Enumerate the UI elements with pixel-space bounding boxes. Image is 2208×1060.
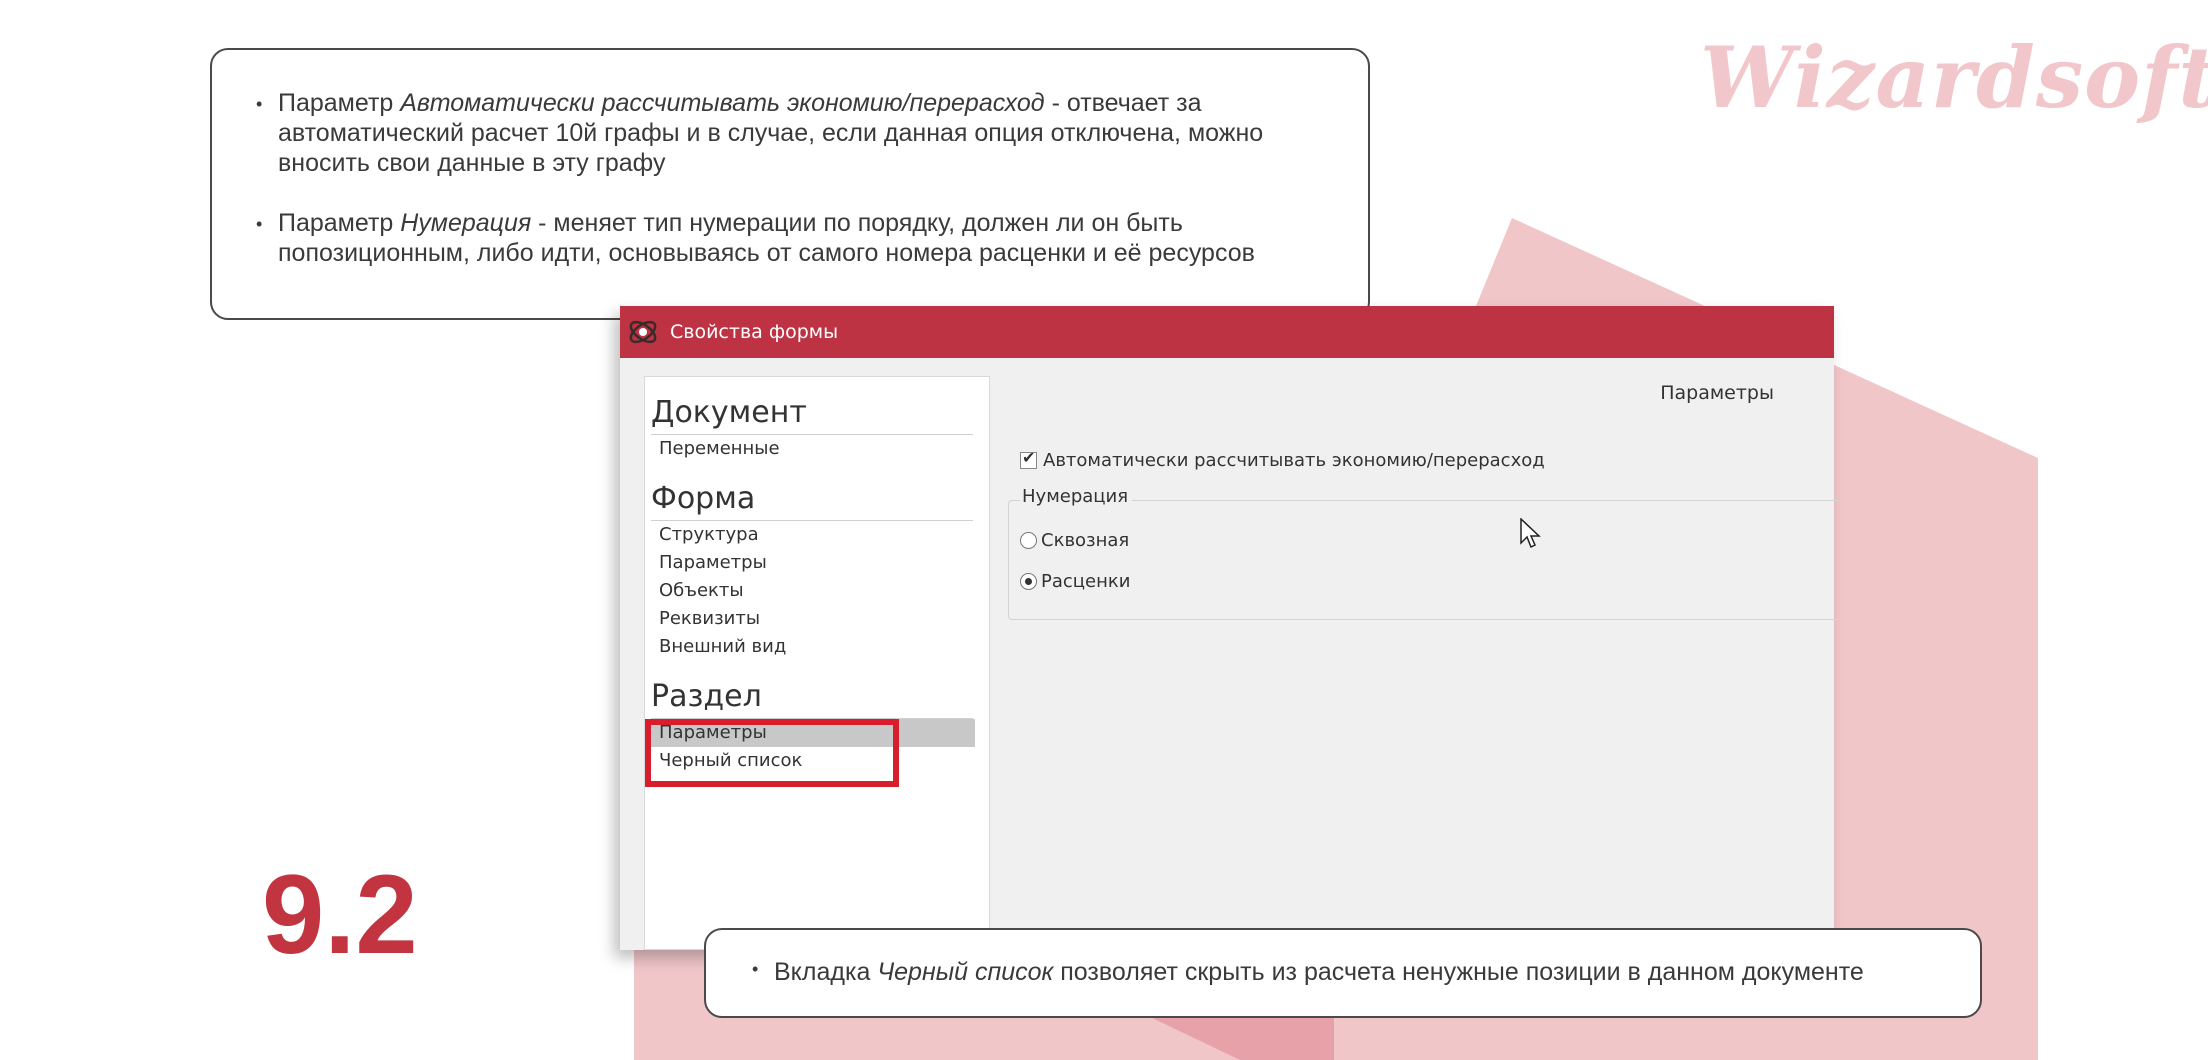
content-title: Параметры	[1660, 382, 1774, 404]
checkmark-icon: ✔	[1022, 448, 1036, 467]
numbering-group-label: Нумерация	[1020, 486, 1133, 507]
red-highlight-frame	[645, 719, 899, 787]
auto-calc-label: Автоматически рассчитывать экономию/пере…	[1043, 450, 1545, 471]
nav-item-objects[interactable]: Объекты	[645, 577, 989, 605]
properties-nav-panel: Документ Переменные Форма Структура Пара…	[644, 376, 990, 950]
app-logo-icon	[629, 320, 657, 344]
radio-through-label: Сквозная	[1041, 530, 1130, 551]
note-bullet-auto-calc: • Параметр Автоматически рассчитывать эк…	[256, 88, 1324, 178]
auto-calc-option[interactable]: ✔ Автоматически рассчитывать экономию/пе…	[1020, 448, 1545, 471]
nav-item-requisites[interactable]: Реквизиты	[645, 605, 989, 633]
bullet-dot-icon: •	[256, 214, 263, 234]
note-text: Параметр	[278, 89, 401, 117]
note-term: Нумерация	[400, 209, 532, 237]
nav-item-structure[interactable]: Структура	[645, 521, 989, 549]
numbering-groupbox	[1008, 500, 1839, 620]
note-term: Автоматически рассчитывать экономию/пере…	[400, 89, 1045, 117]
radio-rates[interactable]	[1020, 573, 1037, 590]
radio-rates-label: Расценки	[1041, 571, 1131, 592]
top-note-callout: • Параметр Автоматически рассчитывать эк…	[210, 48, 1370, 320]
bullet-dot-icon: •	[752, 959, 759, 979]
dialog-title: Свойства формы	[670, 321, 839, 343]
nav-heading-document: Документ	[651, 395, 973, 435]
numbering-option-through[interactable]: Сквозная	[1020, 530, 1129, 551]
bullet-dot-icon: •	[256, 94, 263, 114]
auto-calc-checkbox[interactable]: ✔	[1020, 448, 1037, 469]
wizardsoft-logo: Wizardsoft	[1700, 28, 2208, 127]
parameters-content-panel: Параметры ✔ Автоматически рассчитывать э…	[1000, 358, 1839, 950]
section-items-group: Параметры Черный список	[645, 719, 989, 787]
nav-item-appearance[interactable]: Внешний вид	[645, 633, 989, 661]
bottom-note-callout: • Вкладка Черный список позволяет скрыть…	[704, 928, 1982, 1018]
nav-heading-form: Форма	[651, 481, 973, 521]
form-properties-dialog: Свойства формы Документ Переменные Форма…	[620, 306, 1839, 950]
radio-through[interactable]	[1020, 532, 1037, 549]
nav-heading-section: Раздел	[651, 679, 973, 719]
note-text: Параметр	[278, 209, 401, 237]
slide-number: 9.2	[262, 852, 418, 977]
dialog-titlebar[interactable]: Свойства формы	[620, 306, 1834, 358]
note-text: Вкладка	[774, 958, 878, 986]
note-term: Черный список	[877, 958, 1054, 986]
numbering-option-rates[interactable]: Расценки	[1020, 571, 1130, 592]
mouse-cursor-icon	[1520, 518, 1541, 549]
nav-item-variables[interactable]: Переменные	[645, 435, 989, 463]
note-text: позволяет скрыть из расчета ненужные поз…	[1053, 958, 1864, 986]
nav-item-form-parameters[interactable]: Параметры	[645, 549, 989, 577]
note-bullet-numbering: • Параметр Нумерация - меняет тип нумера…	[256, 208, 1324, 268]
